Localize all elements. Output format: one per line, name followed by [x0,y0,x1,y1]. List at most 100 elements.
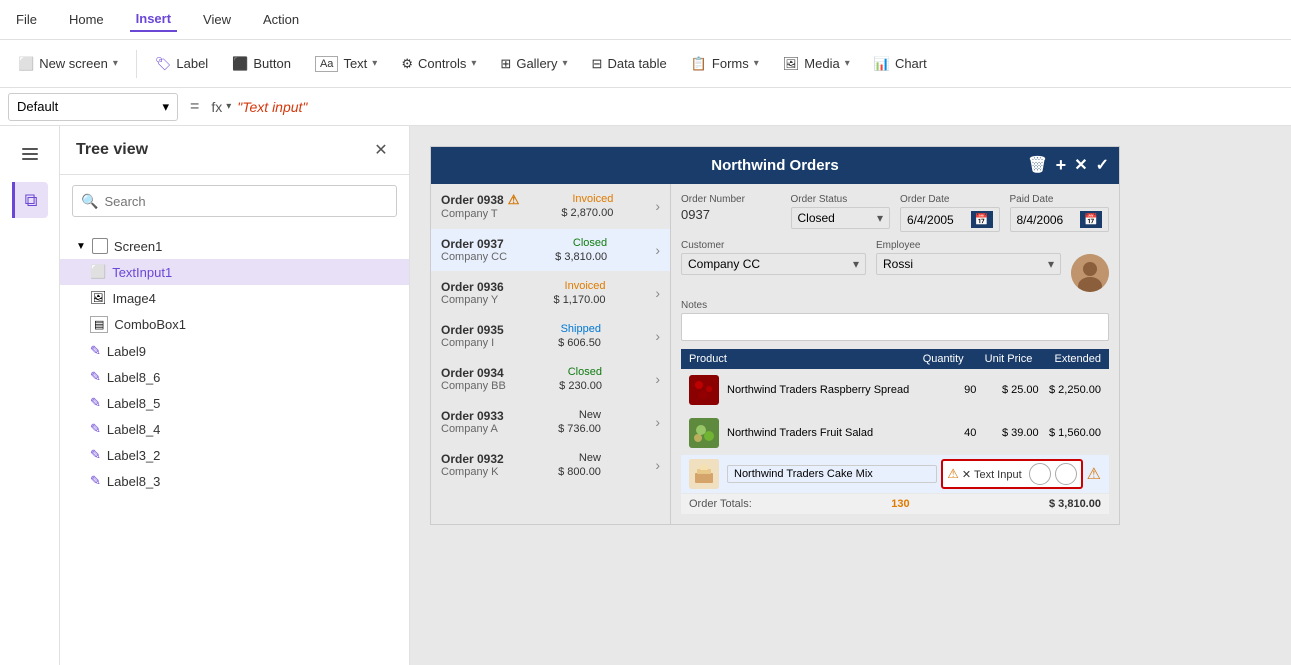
chart-button[interactable]: 📊 Chart [864,51,937,77]
datatable-button[interactable]: ⊟ Data table [582,51,677,77]
product-name-1: Northwind Traders Fruit Salad [727,427,914,439]
formula-dropdown[interactable]: Default ▾ [8,93,178,121]
formula-eq-symbol: = [184,98,205,116]
nw-list-status-0936: Invoiced [565,280,606,292]
nw-list-item-0933[interactable]: Order 0933 Company A New $ 736.00 › [431,401,670,444]
menu-view[interactable]: View [197,8,237,31]
layers-icon: ⧉ [25,190,38,211]
sidebar-layers[interactable]: ⧉ [12,182,48,218]
product-img-0 [689,375,719,405]
tree-search[interactable]: 🔍 [72,185,397,217]
footer-qty: 130 [891,498,909,510]
nw-add-button[interactable]: + [1056,155,1067,176]
nw-employee-dropdown[interactable]: Rossi ▾ [876,253,1061,275]
nw-list-item-0935[interactable]: Order 0935 Company I Shipped $ 606.50 › [431,315,670,358]
product-img-svg-2 [689,459,719,489]
tree-item-label8-4[interactable]: ✎ Label8_4 [60,416,409,442]
formula-fx-area: fx ▾ [211,99,231,115]
tree-item-image4[interactable]: 🖼 Image4 [60,285,409,311]
nw-list-order-0934: Order 0934 [441,366,506,380]
label-icon: 🏷 [155,56,172,72]
tree-item-label-screen1: Screen1 [114,239,162,254]
product-name-input-2[interactable]: Northwind Traders Cake Mix [727,465,937,483]
menu-home[interactable]: Home [63,8,110,31]
divider-1 [136,50,137,78]
tree-item-combobox1[interactable]: ▤ ComboBox1 [60,311,409,338]
nw-list-right-0932: New $ 800.00 [558,452,601,478]
tree-item-label3-2[interactable]: ✎ Label3_2 [60,442,409,468]
dropdown-caret-employee: ▾ [1048,257,1054,271]
tree-item-label9[interactable]: ✎ Label9 [60,338,409,364]
tree-item-label-textinput1: TextInput1 [112,265,172,280]
product-qty-1: 40 [914,427,976,439]
nw-delete-button[interactable]: 🗑 [1027,155,1047,176]
screen-icon [92,238,108,254]
tree-item-label-label8-6: Label8_6 [107,370,161,385]
nw-list-order-0935: Order 0935 [441,323,504,337]
product-img-1 [689,418,719,448]
controls-icon: ⚙ [401,56,413,72]
nw-notes-input[interactable] [681,313,1109,341]
nw-list-item-0937[interactable]: Order 0937 Company CC Closed $ 3,810.00 … [431,229,670,272]
nw-list-status-0933: New [579,409,601,421]
sidebar-hamburger[interactable] [12,136,48,172]
warning-icon-0938: ⚠ [508,192,520,208]
nw-list-left-0932: Order 0932 Company K [441,452,504,478]
nw-list-amount-0934: $ 230.00 [559,380,602,392]
nw-list-company-0935: Company I [441,337,504,349]
nw-field-label-order-date: Order Date [900,194,1000,205]
tree-item-label8-6[interactable]: ✎ Label8_6 [60,364,409,390]
menu-action[interactable]: Action [257,8,305,31]
tree-item-screen1[interactable]: ▼ Screen1 [60,233,409,259]
combobox-icon: ▤ [90,316,108,333]
gallery-icon: ⊞ [500,56,511,72]
nw-paid-date-input[interactable]: 8/4/2006 📅 [1010,207,1110,232]
tree-close-button[interactable]: ✕ [369,138,393,162]
nw-list-status-0937: Closed [573,237,607,249]
new-screen-button[interactable]: ⬜ New screen ▾ [8,51,128,77]
nw-table-footer: Order Totals: 130 $ 3,810.00 [681,494,1109,514]
warning-icon-row2: ⚠ [1087,464,1101,484]
image-icon: 🖼 [90,290,107,306]
menu-file[interactable]: File [10,8,43,31]
nw-header: Northwind Orders 🗑 + ✕ ✓ [431,147,1119,184]
label9-icon: ✎ [90,343,101,359]
nw-title: Northwind Orders [711,157,839,174]
nw-list-item-0938[interactable]: Order 0938 ⚠ Company T Invoiced $ 2,870.… [431,184,670,229]
tree-item-textinput1[interactable]: ⬜ TextInput1 [60,259,409,285]
nw-detail-row3: Notes [681,300,1109,341]
button-icon: ⬛ [232,56,248,72]
text-button[interactable]: Aa Text ▾ [305,51,387,77]
tree-title: Tree view [76,141,148,159]
search-input[interactable] [104,194,388,209]
nw-list-item-0936[interactable]: Order 0936 Company Y Invoiced $ 1,170.00… [431,272,670,315]
label-button[interactable]: 🏷 Label [145,51,218,77]
nw-order-date-input[interactable]: 6/4/2005 📅 [900,207,1000,232]
product-img-svg-1 [689,418,719,448]
menu-insert[interactable]: Insert [130,7,177,32]
edit-circle-2[interactable] [1055,463,1077,485]
nw-list-left-0933: Order 0933 Company A [441,409,504,435]
nw-close-button[interactable]: ✕ [1074,155,1087,176]
nw-list-company-0934: Company BB [441,380,506,392]
forms-button[interactable]: 📋 Forms ▾ [681,51,769,77]
nw-check-button[interactable]: ✓ [1096,155,1109,176]
nw-detail-row2: Customer Company CC ▾ Employee Rossi ▾ [681,240,1109,292]
button-button[interactable]: ⬛ Button [222,51,301,77]
tree-item-label8-3[interactable]: ✎ Label8_3 [60,468,409,494]
media-button[interactable]: 🖼 Media ▾ [773,51,860,77]
nw-list-amount-0932: $ 800.00 [558,466,601,478]
nw-list-item-0932[interactable]: Order 0932 Company K New $ 800.00 › [431,444,670,487]
controls-button[interactable]: ⚙ Controls ▾ [391,51,486,77]
nw-customer-dropdown[interactable]: Company CC ▾ [681,253,866,275]
nw-list-order-0936: Order 0936 [441,280,504,294]
nw-body: Order 0938 ⚠ Company T Invoiced $ 2,870.… [431,184,1119,524]
gallery-button[interactable]: ⊞ Gallery ▾ [490,51,577,77]
edit-circle-1[interactable] [1029,463,1051,485]
nw-order-status-dropdown[interactable]: Closed ▾ [791,207,891,229]
edit-controls [1029,463,1077,485]
nw-list-item-0934[interactable]: Order 0934 Company BB Closed $ 230.00 › [431,358,670,401]
tree-item-label8-5[interactable]: ✎ Label8_5 [60,390,409,416]
nw-detail-row1: Order Number 0937 Order Status Closed ▾ … [681,194,1109,232]
nw-header-actions: 🗑 + ✕ ✓ [1027,155,1109,176]
